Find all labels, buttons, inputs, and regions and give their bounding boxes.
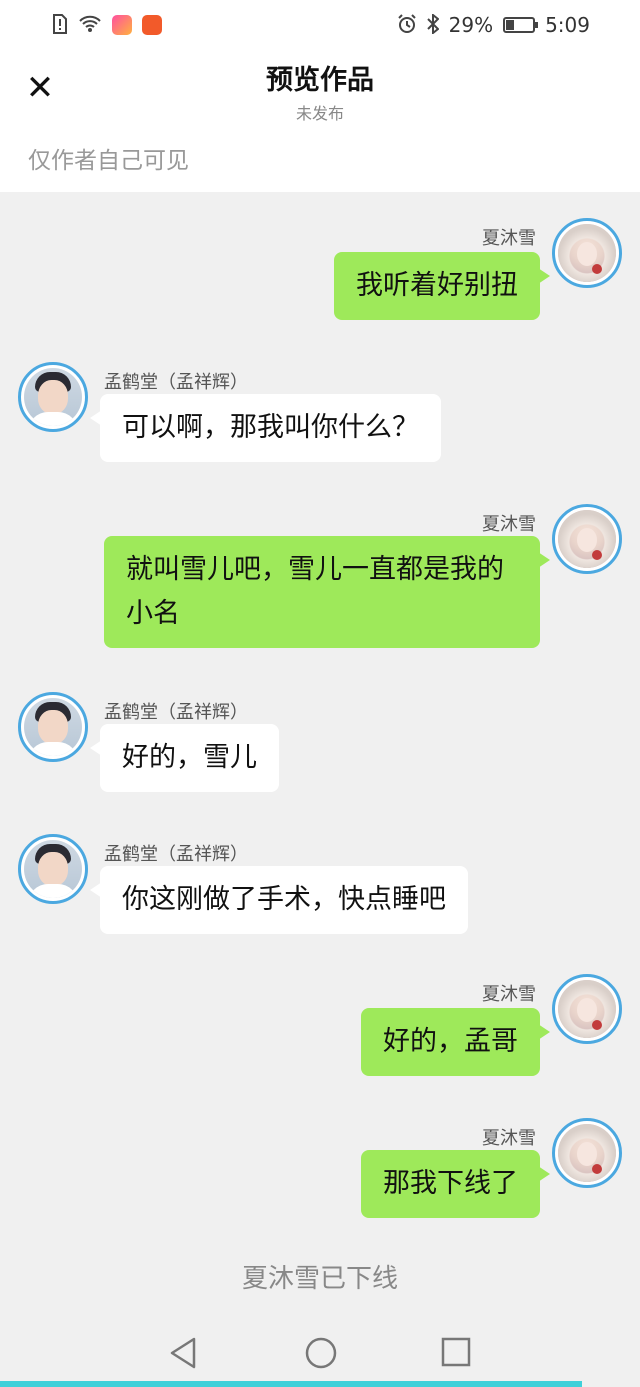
message-item: 孟鹤堂（孟祥辉） 好的，雪儿	[0, 692, 640, 802]
status-right: 29% 5:09	[397, 12, 590, 37]
sender-name: 孟鹤堂（孟祥辉）	[104, 372, 248, 393]
message-item: 孟鹤堂（孟祥辉） 可以啊，那我叫你什么？	[0, 362, 640, 472]
nav-home-icon	[305, 1337, 337, 1369]
message-bubble[interactable]: 好的，雪儿	[90, 724, 279, 792]
bluetooth-icon	[426, 12, 440, 37]
video-app-icon	[112, 15, 132, 35]
message-item: 夏沐雪 就叫雪儿吧，雪儿一直都是我的小名	[0, 504, 640, 654]
battery-percent: 29%	[448, 13, 494, 37]
message-bubble[interactable]: 好的，孟哥	[361, 1008, 550, 1076]
avatar[interactable]	[18, 834, 88, 904]
message-bubble[interactable]: 你这刚做了手术，快点睡吧	[90, 866, 468, 934]
progress-bar	[0, 1381, 583, 1387]
nav-recents-button[interactable]	[440, 1336, 472, 1372]
sender-name: 孟鹤堂（孟祥辉）	[104, 844, 248, 865]
message-item: 夏沐雪 我听着好别扭	[0, 192, 640, 332]
status-bar: 29% 5:09	[0, 0, 640, 50]
message-bubble[interactable]: 我听着好别扭	[334, 252, 550, 320]
chat-area[interactable]: 夏沐雪 我听着好别扭 孟鹤堂（孟祥辉） 可以啊，那我叫你什么？ 夏沐雪 就叫雪儿…	[0, 192, 640, 1322]
message-item: 夏沐雪 那我下线了	[0, 1118, 640, 1228]
avatar[interactable]	[552, 1118, 622, 1188]
message-bubble[interactable]: 可以啊，那我叫你什么？	[90, 394, 441, 462]
message-bubble[interactable]: 就叫雪儿吧，雪儿一直都是我的小名	[104, 536, 550, 648]
clock: 5:09	[545, 13, 590, 37]
sim-alert-icon	[52, 13, 68, 37]
sender-name: 夏沐雪	[482, 984, 536, 1005]
status-left	[52, 13, 162, 37]
sender-name: 夏沐雪	[482, 228, 536, 249]
sender-name: 夏沐雪	[482, 514, 536, 535]
publish-status: 未发布	[295, 104, 344, 123]
visibility-note: 仅作者自己可见	[0, 134, 640, 192]
nav-recents-icon	[441, 1337, 471, 1367]
system-notice: 夏沐雪已下线	[241, 1264, 398, 1294]
sender-name: 孟鹤堂（孟祥辉）	[104, 702, 248, 723]
header: ✕ 预览作品 未发布	[0, 50, 640, 134]
weibo-app-icon	[142, 15, 162, 35]
nav-back-icon	[170, 1337, 196, 1369]
sender-name: 夏沐雪	[482, 1128, 536, 1149]
page-title: 预览作品	[266, 65, 374, 96]
navigation-bar	[0, 1322, 640, 1387]
message-item: 夏沐雪 好的，孟哥	[0, 974, 640, 1084]
nav-back-button[interactable]	[168, 1336, 198, 1374]
avatar[interactable]	[18, 692, 88, 762]
message-item: 孟鹤堂（孟祥辉） 你这刚做了手术，快点睡吧	[0, 834, 640, 944]
message-bubble[interactable]: 那我下线了	[361, 1150, 550, 1218]
avatar[interactable]	[552, 504, 622, 574]
avatar[interactable]	[18, 362, 88, 432]
alarm-icon	[397, 13, 417, 37]
battery-icon	[503, 17, 539, 33]
avatar[interactable]	[552, 974, 622, 1044]
nav-home-button[interactable]	[304, 1336, 338, 1374]
avatar[interactable]	[552, 218, 622, 288]
wifi-icon	[78, 15, 102, 36]
